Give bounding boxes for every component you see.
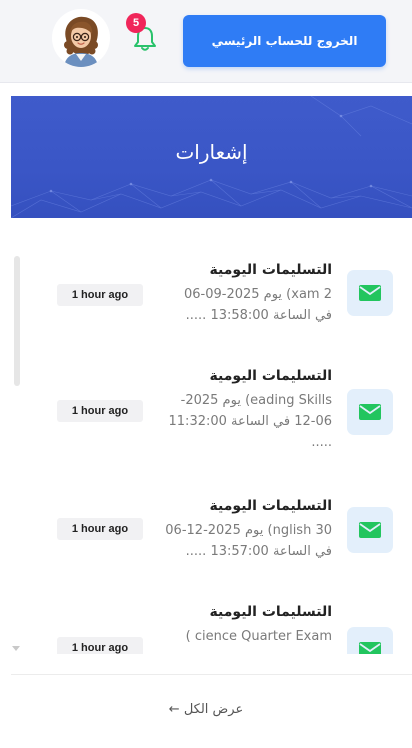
divider xyxy=(11,674,412,675)
notification-body: eading Skills) يوم 2025- 12-06 في الساعة… xyxy=(168,393,332,450)
page-title: إشعارات xyxy=(175,140,248,164)
notification-icon-box xyxy=(347,389,393,435)
exit-to-main-account-button[interactable]: الخروج للحساب الرئيسي xyxy=(183,15,386,67)
notification-time: 1 hour ago xyxy=(57,637,143,654)
notification-icon-box xyxy=(347,270,393,316)
notification-body: xam 2) يوم 2025-09-06 في الساعة 13:58:00… xyxy=(183,287,332,323)
scroll-down-arrow-icon[interactable] xyxy=(12,646,20,651)
notification-time: 1 hour ago xyxy=(57,518,143,540)
notification-title: التسليمات اليومية xyxy=(209,368,332,384)
notification-title: التسليمات اليومية xyxy=(209,604,332,620)
envelope-icon xyxy=(359,642,381,654)
notification-body: cience Quarter Exam ) xyxy=(185,629,332,644)
envelope-icon xyxy=(359,522,381,538)
notification-icon-box xyxy=(347,627,393,654)
notifications-banner: إشعارات xyxy=(11,96,412,218)
notification-icon-box xyxy=(347,507,393,553)
notification-time: 1 hour ago xyxy=(57,284,143,306)
envelope-icon xyxy=(359,285,381,301)
notification-title: التسليمات اليومية xyxy=(209,262,332,278)
teacher-avatar-icon xyxy=(64,16,98,67)
top-bar: الخروج للحساب الرئيسي 5 xyxy=(0,0,412,83)
envelope-icon xyxy=(359,404,381,420)
scrollbar[interactable] xyxy=(14,256,20,386)
notification-time: 1 hour ago xyxy=(57,400,143,422)
notification-list[interactable]: التسليمات اليومية xam 2) يوم 2025-09-06 … xyxy=(0,236,412,654)
view-all-link[interactable]: عرض الكل ← xyxy=(0,702,412,717)
notification-count-badge: 5 xyxy=(126,13,146,33)
notification-title: التسليمات اليومية xyxy=(209,498,332,514)
notification-body: nglish 30) يوم 2025-12-06 في الساعة 13:5… xyxy=(165,523,332,559)
user-avatar[interactable] xyxy=(52,9,110,67)
